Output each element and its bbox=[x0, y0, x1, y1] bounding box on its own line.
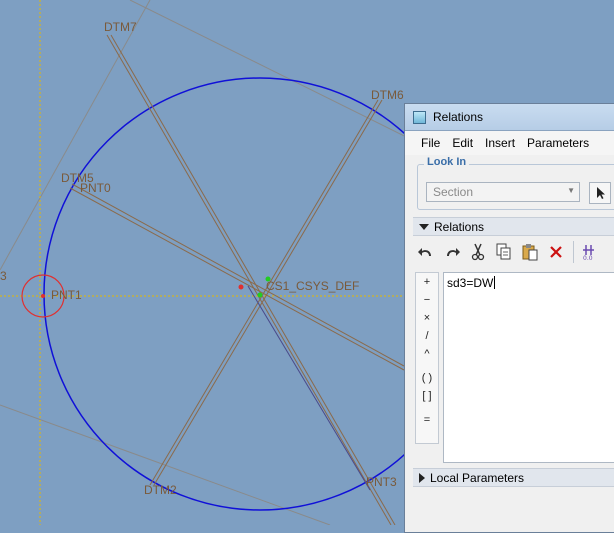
label-dtm2: DTM2 bbox=[144, 483, 177, 497]
label-pnt0: PNT0 bbox=[80, 181, 111, 195]
paste-button[interactable] bbox=[517, 240, 543, 264]
point-marker bbox=[41, 294, 45, 298]
operator-plus-button[interactable]: + bbox=[416, 273, 438, 291]
menu-insert[interactable]: Insert bbox=[485, 136, 515, 150]
delete-button[interactable] bbox=[543, 240, 569, 264]
copy-button[interactable] bbox=[491, 240, 517, 264]
redo-button[interactable] bbox=[439, 240, 465, 264]
undo-icon bbox=[418, 248, 431, 256]
cut-button[interactable] bbox=[465, 240, 491, 264]
construction-line bbox=[0, 404, 331, 525]
relations-editor-text: sd3=DW bbox=[447, 276, 494, 290]
label-pnt1: PNT1 bbox=[51, 288, 82, 302]
chevron-down-icon: ▼ bbox=[567, 186, 575, 195]
menu-edit[interactable]: Edit bbox=[452, 136, 473, 150]
sketch-line[interactable] bbox=[247, 285, 371, 491]
delete-icon bbox=[550, 246, 562, 258]
label-dtm7: DTM7 bbox=[104, 20, 137, 34]
relations-dialog: Relations File Edit Insert Parameters Lo… bbox=[404, 103, 614, 533]
operator-parentheses-button[interactable]: ( ) bbox=[416, 369, 438, 387]
menu-parameters[interactable]: Parameters bbox=[527, 136, 589, 150]
relations-editor[interactable]: sd3=DW bbox=[443, 272, 614, 463]
look-in-selected: Section bbox=[433, 185, 474, 199]
relations-header-label: Relations bbox=[434, 219, 485, 234]
operator-minus-button[interactable]: − bbox=[416, 291, 438, 309]
expand-triangle-icon bbox=[419, 472, 425, 483]
label-csys: CS1_CSYS_DEF bbox=[266, 279, 359, 293]
operators-column: + − × / ^ ( ) [ ] = bbox=[415, 272, 439, 444]
svg-text:0.0: 0.0 bbox=[583, 255, 593, 261]
operator-equals-button[interactable]: = bbox=[416, 411, 438, 429]
cursor-arrow-icon bbox=[597, 187, 605, 199]
label-pnt3: PNT3 bbox=[366, 475, 397, 489]
dialog-title: Relations bbox=[433, 110, 484, 124]
local-parameters-label: Local Parameters bbox=[430, 470, 525, 485]
undo-button[interactable] bbox=[413, 240, 439, 264]
operator-divide-button[interactable]: / bbox=[416, 327, 438, 345]
menu-bar: File Edit Insert Parameters bbox=[405, 131, 614, 155]
copy-icon bbox=[496, 243, 511, 260]
label-dtm6: DTM6 bbox=[371, 88, 404, 102]
redo-icon bbox=[447, 248, 460, 256]
look-in-select[interactable]: Section ▼ bbox=[426, 182, 580, 202]
pick-from-model-button[interactable] bbox=[589, 182, 611, 204]
toolbar-separator bbox=[573, 241, 574, 263]
look-in-group: Look In Section ▼ bbox=[417, 156, 614, 210]
app-icon bbox=[413, 110, 426, 124]
csys-origin-marker bbox=[257, 292, 263, 298]
relations-toolbar: 0.0 bbox=[413, 237, 614, 267]
operator-power-button[interactable]: ^ bbox=[416, 345, 438, 363]
local-parameters-header[interactable]: Local Parameters bbox=[413, 468, 614, 487]
menu-file[interactable]: File bbox=[421, 136, 440, 150]
red-dot-marker bbox=[238, 284, 244, 290]
verify-button[interactable]: 0.0 bbox=[578, 240, 604, 264]
paste-icon bbox=[522, 244, 538, 261]
construction-line bbox=[0, 0, 151, 271]
text-caret bbox=[494, 276, 496, 289]
operator-brackets-button[interactable]: [ ] bbox=[416, 387, 438, 405]
scissors-icon bbox=[471, 243, 485, 261]
collapse-triangle-icon bbox=[419, 223, 429, 230]
dialog-titlebar[interactable]: Relations bbox=[405, 104, 614, 131]
relations-section-header[interactable]: Relations bbox=[413, 217, 614, 236]
datum-plane-dtm5-edge bbox=[71, 183, 405, 367]
look-in-label: Look In bbox=[424, 156, 470, 168]
label-edge-number: 3 bbox=[0, 269, 7, 283]
operator-multiply-button[interactable]: × bbox=[416, 309, 438, 327]
verify-icon: 0.0 bbox=[583, 245, 594, 261]
